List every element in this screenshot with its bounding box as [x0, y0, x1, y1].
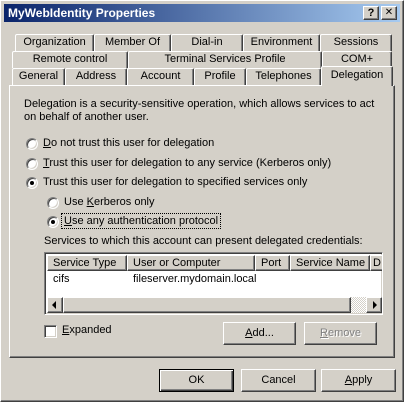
column-user-or-computer[interactable]: User or Computer: [127, 255, 255, 271]
close-button[interactable]: ✕: [381, 6, 397, 20]
delegation-panel: Delegation is a security-sensitive opera…: [9, 85, 395, 358]
tab-remote-control[interactable]: Remote control: [12, 51, 128, 68]
specified-services-radio[interactable]: [26, 177, 38, 189]
tab-dial-in[interactable]: Dial-in: [171, 34, 243, 51]
arrow-right-icon: [373, 301, 377, 309]
tab-environment[interactable]: Environment: [243, 34, 320, 51]
services-label: Services to which this account can prese…: [44, 235, 363, 247]
tab-telephones[interactable]: Telephones: [246, 68, 321, 85]
any-protocol-radio[interactable]: [47, 216, 59, 228]
tab-address[interactable]: Address: [65, 68, 127, 85]
tab-delegation[interactable]: Delegation: [321, 66, 393, 86]
row-service-type[interactable]: cifs: [53, 273, 70, 285]
horizontal-scrollbar[interactable]: [47, 297, 382, 313]
tab-sessions[interactable]: Sessions: [320, 34, 392, 51]
scroll-thumb[interactable]: [63, 297, 351, 313]
apply-button[interactable]: Apply: [321, 369, 396, 392]
arrow-left-icon: [52, 301, 56, 309]
remove-button[interactable]: Remove: [304, 322, 377, 345]
delegation-description: Delegation is a security-sensitive opera…: [24, 98, 375, 123]
column-service-type[interactable]: Service Type: [47, 255, 127, 271]
no-delegation-label[interactable]: Do not trust this user for delegation: [43, 137, 214, 149]
tab-organization[interactable]: Organization: [15, 34, 94, 51]
scroll-right-button[interactable]: [366, 297, 382, 313]
properties-dialog: MyWebIdentity Properties ? ✕ Organizatio…: [0, 0, 404, 402]
any-service-label[interactable]: Trust this user for delegation to any se…: [43, 157, 331, 169]
any-protocol-label[interactable]: Use any authentication protocol: [60, 213, 222, 229]
tab-general[interactable]: General: [12, 68, 65, 85]
tab-terminal-services-profile[interactable]: Terminal Services Profile: [128, 51, 322, 68]
kerberos-only-radio[interactable]: [47, 197, 59, 209]
expanded-checkbox[interactable]: [44, 325, 57, 338]
column-d[interactable]: D: [370, 255, 382, 271]
column-port[interactable]: Port: [255, 255, 290, 271]
tab-member-of[interactable]: Member Of: [94, 34, 171, 51]
kerberos-only-label[interactable]: Use Kerberos only: [64, 196, 155, 208]
help-button[interactable]: ?: [363, 6, 379, 20]
add-button[interactable]: Add...: [223, 322, 296, 345]
services-list[interactable]: Service Type User or Computer Port Servi…: [44, 252, 383, 315]
specified-services-label[interactable]: Trust this user for delegation to specif…: [43, 176, 307, 188]
expanded-label[interactable]: Expanded: [62, 324, 112, 336]
cancel-button[interactable]: Cancel: [241, 369, 316, 392]
column-service-name[interactable]: Service Name: [290, 255, 370, 271]
row-user-or-computer[interactable]: fileserver.mydomain.local: [133, 273, 257, 285]
window-title: MyWebIdentity Properties: [8, 6, 156, 20]
ok-button[interactable]: OK: [159, 369, 234, 392]
title-bar[interactable]: MyWebIdentity Properties ? ✕: [4, 4, 400, 22]
tab-account[interactable]: Account: [127, 68, 194, 85]
scroll-left-button[interactable]: [47, 297, 63, 313]
tab-profile[interactable]: Profile: [194, 68, 246, 85]
any-service-radio[interactable]: [26, 158, 38, 170]
no-delegation-radio[interactable]: [26, 138, 38, 150]
